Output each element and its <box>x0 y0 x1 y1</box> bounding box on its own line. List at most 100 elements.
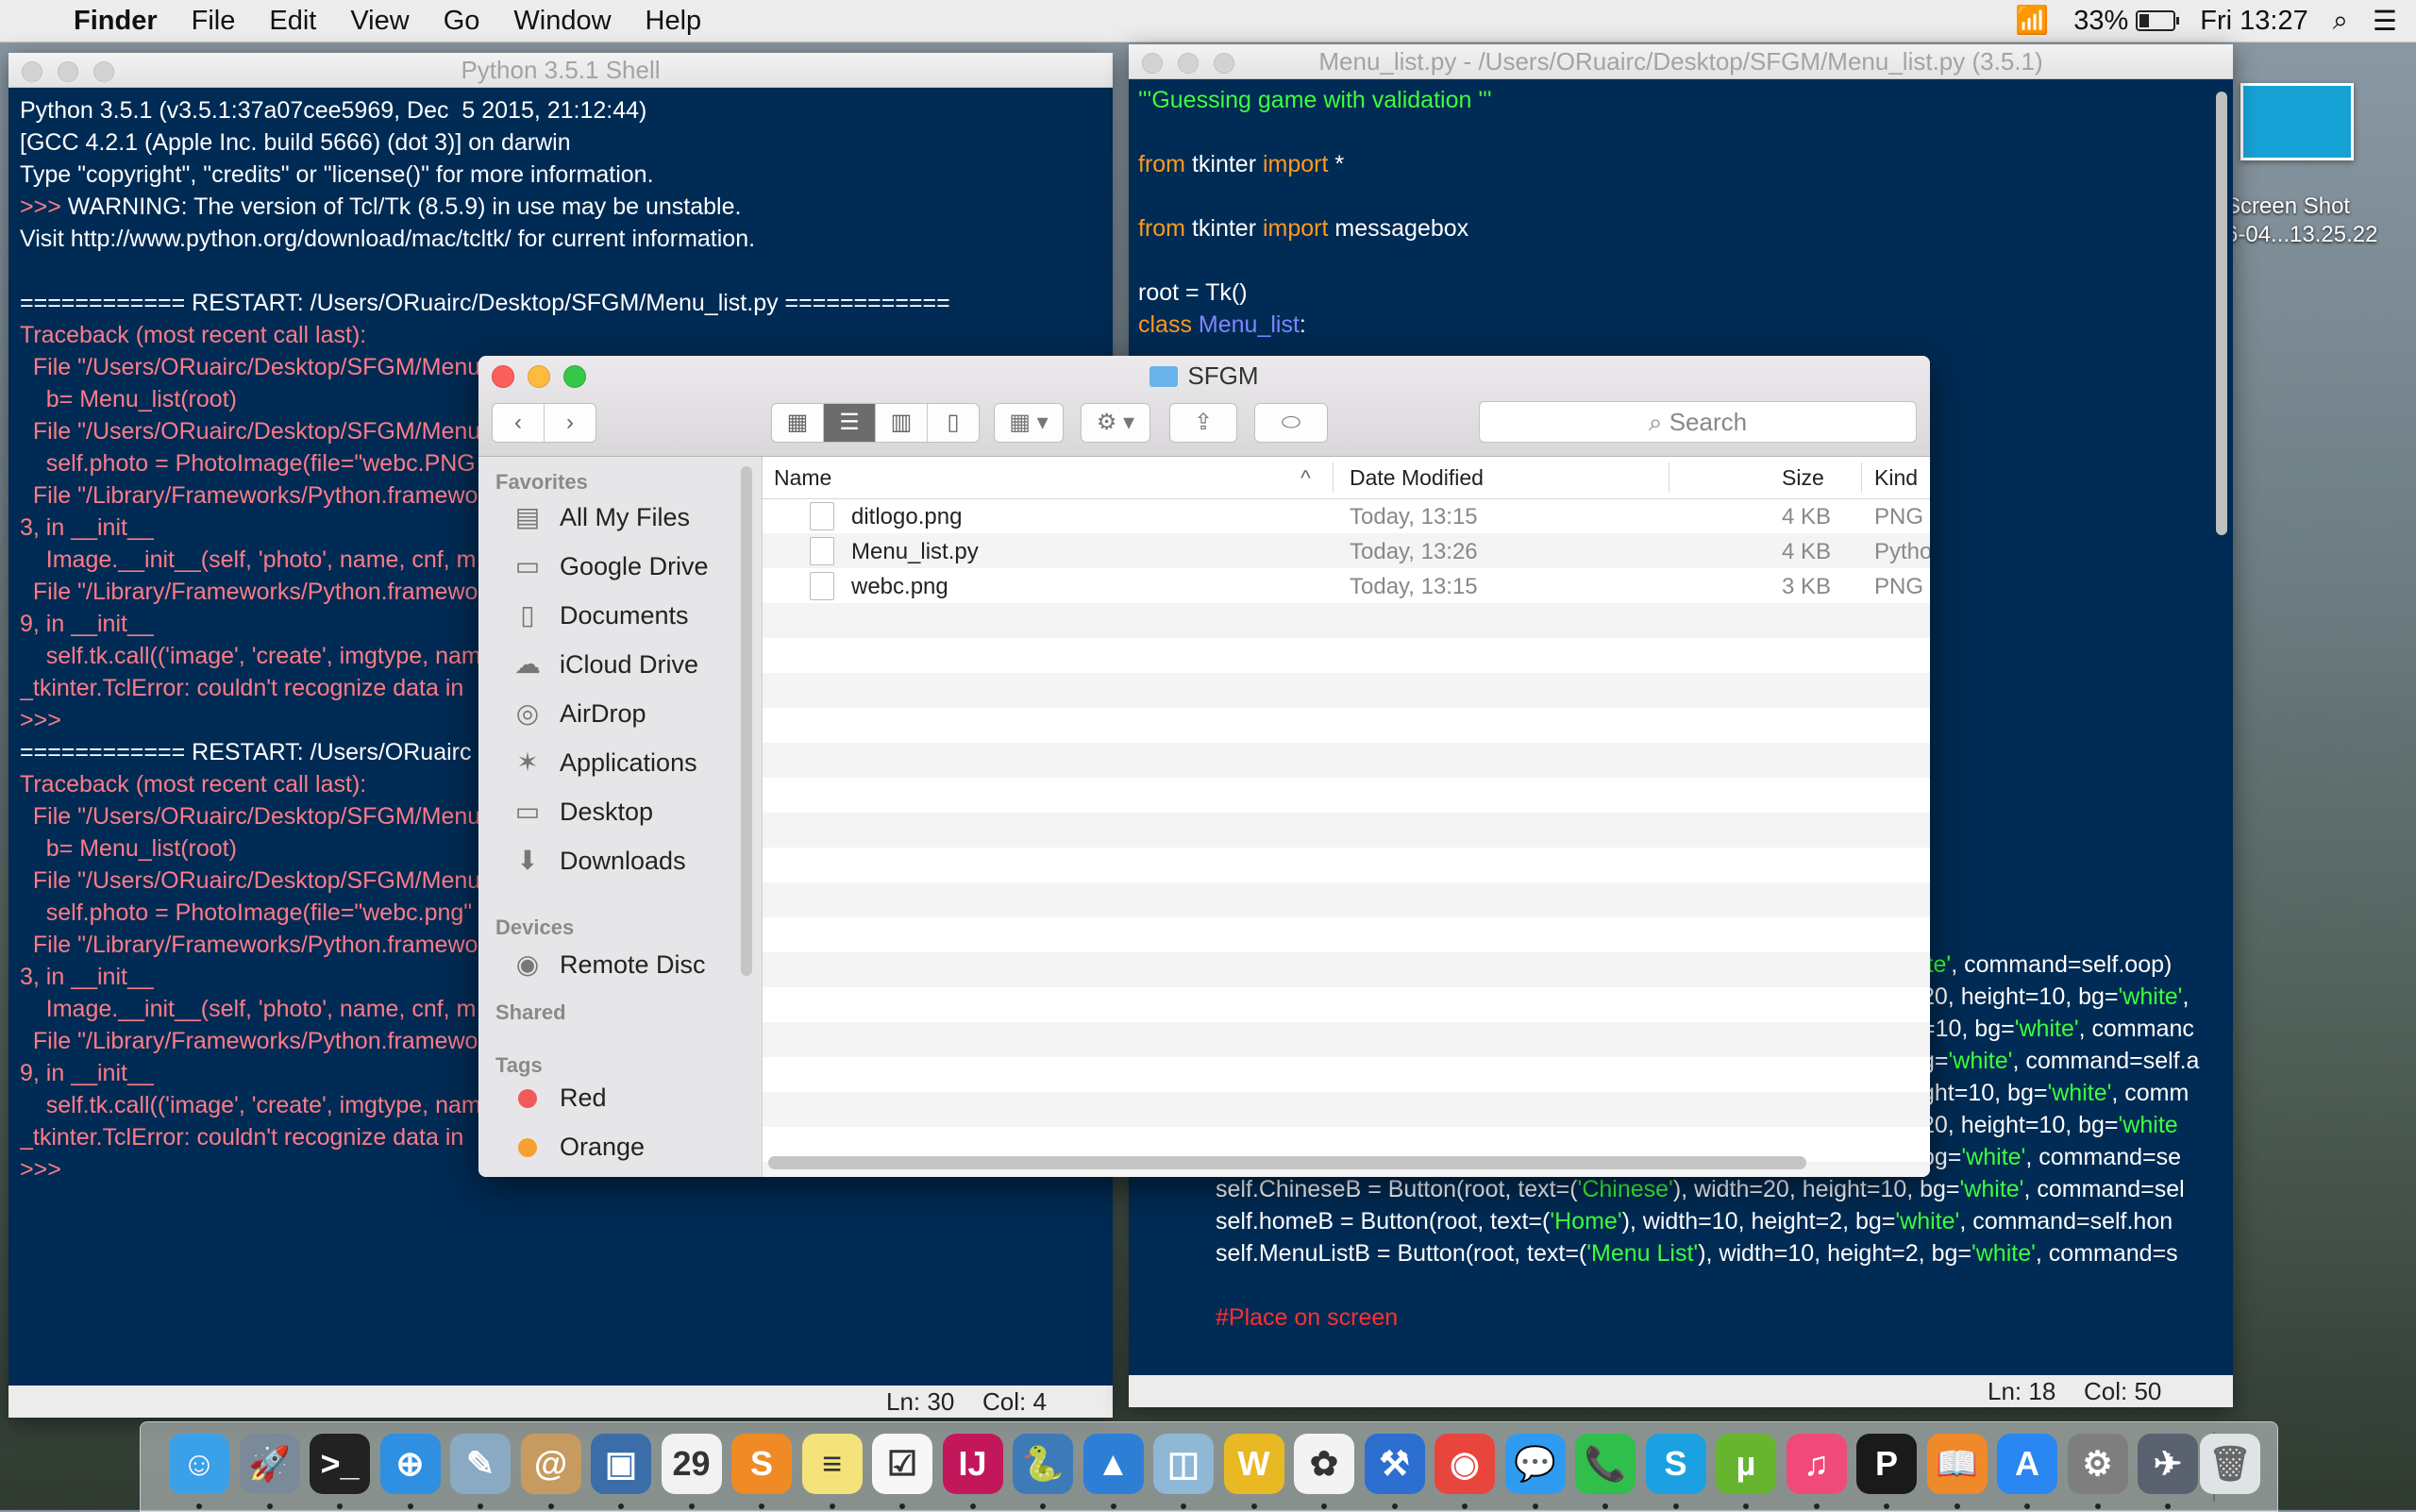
dock-system-preferences-icon[interactable]: ⚙ <box>2067 1434 2128 1494</box>
shell-line: >>> WARNING: The version of Tcl/Tk (8.5.… <box>20 193 742 220</box>
dock-sublime-icon[interactable]: S <box>731 1434 792 1494</box>
dock-calendar-icon[interactable]: 29 <box>661 1434 722 1494</box>
clock[interactable]: Fri 13:27 <box>2200 6 2307 37</box>
dock-contacts-icon[interactable]: @ <box>520 1434 581 1494</box>
battery-percent[interactable]: 33% <box>2073 6 2128 37</box>
editor-code-top[interactable]: '''Guessing game with validation ''' from… <box>1138 84 2222 341</box>
forward-button[interactable]: › <box>545 404 596 442</box>
menu-file[interactable]: File <box>175 6 253 37</box>
dock-reminders-icon[interactable]: ☑ <box>872 1434 932 1494</box>
sidebar-item-downloads[interactable]: ⬇ Downloads <box>511 846 685 876</box>
sidebar-item-icloud-drive[interactable]: ☁ iCloud Drive <box>511 649 698 680</box>
dock-notes-icon[interactable]: ≡ <box>801 1434 863 1494</box>
dock-ibooks-icon[interactable]: 📖 <box>1926 1434 1988 1494</box>
dock-messages-icon[interactable]: 💬 <box>1504 1434 1566 1494</box>
menu-edit[interactable]: Edit <box>252 6 333 37</box>
shell-titlebar[interactable]: Python 3.5.1 Shell <box>8 53 1113 88</box>
column-size[interactable]: Size <box>1782 465 1824 491</box>
dock-terminal-icon[interactable]: >_ <box>310 1434 370 1494</box>
battery-icon[interactable] <box>2136 10 2180 31</box>
sidebar-scrollbar[interactable] <box>741 466 752 976</box>
dock-intellij-icon[interactable]: IJ <box>942 1434 1003 1494</box>
dock-chrome-icon[interactable]: ◉ <box>1434 1434 1495 1494</box>
file-list-scrollbar[interactable] <box>768 1156 1806 1169</box>
dock-xcode-icon[interactable]: ⚒ <box>1364 1434 1425 1494</box>
menu-view[interactable]: View <box>333 6 426 37</box>
search-placeholder: Search <box>1669 408 1748 436</box>
coverflow-view-button[interactable]: ▯ <box>928 404 979 442</box>
minimize-button[interactable] <box>1178 53 1199 74</box>
close-button[interactable] <box>1142 53 1163 74</box>
notification-center-icon[interactable]: ☰ <box>2373 5 2397 38</box>
dock-pycharm-p-icon[interactable]: P <box>1856 1434 1917 1494</box>
list-view-button[interactable]: ☰ <box>824 404 876 442</box>
editor-titlebar[interactable]: Menu_list.py - /Users/ORuairc/Desktop/SF… <box>1129 44 2233 79</box>
sidebar-item-airdrop[interactable]: ◎ AirDrop <box>511 698 646 729</box>
edit-tags-button[interactable]: ⬭ <box>1254 403 1328 443</box>
editor-scrollbar[interactable] <box>2216 92 2227 535</box>
spotlight-icon[interactable]: ⌕ <box>2333 6 2348 37</box>
arrange-button[interactable]: ▦ ▾ <box>994 403 1064 443</box>
dock-itunes-icon[interactable]: ♫ <box>1786 1434 1847 1494</box>
dock-keynote-icon[interactable]: ▲ <box>1082 1434 1144 1494</box>
file-row[interactable]: ditlogo.png Today, 13:15 4 KB PNG <box>763 498 1930 533</box>
finder-title-text: SFGM <box>1187 361 1259 390</box>
icon-view-button[interactable]: ▦ <box>772 404 824 442</box>
menu-go[interactable]: Go <box>427 6 497 37</box>
dock-running-indicator <box>337 1504 343 1509</box>
menu-app-name[interactable]: Finder <box>57 6 175 37</box>
minimize-button[interactable] <box>58 61 78 82</box>
dock-photos-icon[interactable]: ✿ <box>1294 1434 1354 1494</box>
sidebar-item-remote-disc[interactable]: ◉ Remote Disc <box>511 949 706 980</box>
screenshot-file-label[interactable]: Screen Shot 6-04...13.25.22 <box>2225 193 2416 249</box>
dock-python-launcher-icon[interactable]: 🐍 <box>1013 1434 1073 1494</box>
file-row[interactable]: webc.png Today, 13:15 3 KB PNG <box>763 568 1930 603</box>
shell-line: Traceback (most recent call last): <box>20 322 367 348</box>
zoom-button[interactable] <box>1214 53 1234 74</box>
screenshot-file-thumbnail[interactable] <box>2240 83 2354 160</box>
sidebar-item-applications[interactable]: ✶ Applications <box>511 748 696 778</box>
trash-icon[interactable]: 🗑 <box>2200 1434 2260 1494</box>
column-view-button[interactable]: ▥ <box>876 404 928 442</box>
sidebar-item-all-my-files[interactable]: ▤ All My Files <box>511 502 690 532</box>
sort-ascending-icon[interactable]: ^ <box>1300 465 1311 491</box>
editor-code-right[interactable]: ite', command=self.oop) 20, height=10, bg… <box>1921 949 2214 1173</box>
dock-safari-icon[interactable]: ⊕ <box>379 1434 441 1494</box>
dock-skype-icon[interactable]: S <box>1645 1434 1706 1494</box>
sidebar-item-google-drive[interactable]: ▭ Google Drive <box>511 551 709 581</box>
dock-app-yellow-icon[interactable]: W <box>1223 1434 1284 1494</box>
menu-window[interactable]: Window <box>496 6 628 37</box>
search-field[interactable]: ⌕ Search <box>1479 401 1917 443</box>
close-button[interactable] <box>22 61 42 82</box>
menu-help[interactable]: Help <box>629 6 719 37</box>
dock-finder-icon[interactable]: ☺ <box>169 1434 229 1494</box>
dock-preview-icon[interactable]: ✎ <box>450 1434 511 1494</box>
wifi-icon[interactable]: 📶 <box>2015 5 2049 37</box>
share-button[interactable]: ⇪ <box>1169 403 1237 443</box>
row-stripe <box>763 1022 1930 1057</box>
dock-facetime-icon[interactable]: 📞 <box>1575 1434 1636 1494</box>
dock-running-indicator <box>1532 1504 1538 1509</box>
file-row[interactable]: Menu_list.py Today, 13:26 4 KB Pytho <box>763 533 1930 568</box>
dock-running-indicator <box>266 1504 273 1509</box>
dock-virtualbox-icon[interactable]: ▣ <box>591 1434 651 1494</box>
column-name[interactable]: Name <box>774 465 831 491</box>
dock-rocket-app-icon[interactable]: ✈ <box>2138 1434 2198 1494</box>
dock-utorrent-icon[interactable]: µ <box>1716 1434 1776 1494</box>
editor-code-bottom[interactable]: self.ChineseB = Button(root, text=('Chin… <box>1216 1173 2214 1334</box>
action-gear-button[interactable]: ⚙ ▾ <box>1081 403 1150 443</box>
zoom-button[interactable] <box>93 61 114 82</box>
back-button[interactable]: ‹ <box>493 404 545 442</box>
dock-image-capture-icon[interactable]: ◫ <box>1153 1434 1214 1494</box>
sidebar-item-documents[interactable]: ▯ Documents <box>511 600 688 630</box>
dock-app-store-icon[interactable]: A <box>1997 1434 2057 1494</box>
dock-running-indicator <box>1391 1504 1398 1509</box>
sidebar-tag-orange[interactable]: Orange <box>511 1133 645 1162</box>
column-kind[interactable]: Kind <box>1874 465 1918 491</box>
sidebar-item-desktop[interactable]: ▭ Desktop <box>511 797 653 827</box>
column-date-modified[interactable]: Date Modified <box>1350 465 1484 491</box>
sidebar-tag-red[interactable]: Red <box>511 1084 607 1113</box>
finder-window: SFGM ‹ › ▦ ☰ ▥ ▯ ▦ ▾ ⚙ ▾ ⇪ ⬭ ⌕ Search Fa… <box>478 356 1930 1177</box>
dock-launchpad-icon[interactable]: 🚀 <box>239 1434 300 1494</box>
